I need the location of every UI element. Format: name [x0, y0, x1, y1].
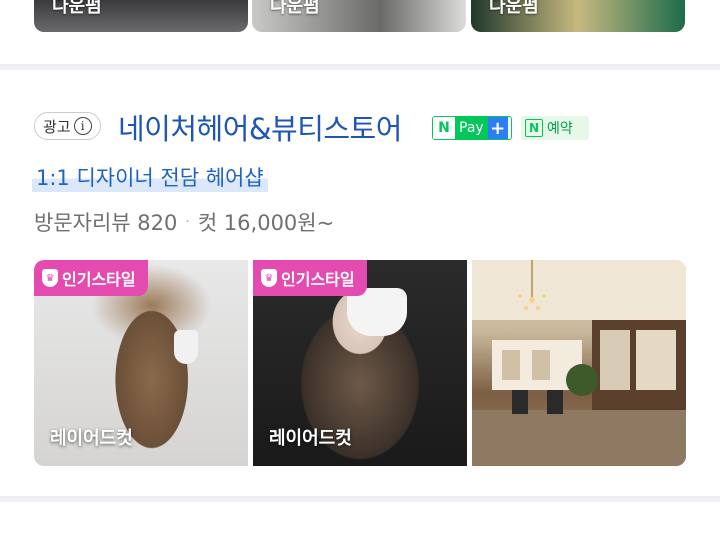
style-thumbnail[interactable]: 다운펌	[34, 0, 248, 32]
shop-listing-card: 광고 i 네이처헤어&뷰티스토어 N Pay + N 예약 1:1 디자이너 전…	[0, 70, 720, 496]
plus-icon: +	[487, 117, 508, 139]
popular-style-badge: ♛ 인기스타일	[253, 260, 367, 296]
photo-caption: 레이어드컷	[269, 428, 352, 449]
next-result-card	[0, 502, 720, 540]
shop-tagline: 1:1 디자이너 전담 헤어샵	[32, 162, 268, 192]
style-thumbnail[interactable]: 다운펌	[252, 0, 466, 32]
thumbnail-caption: 다운펌	[489, 0, 539, 17]
info-icon: i	[73, 117, 92, 135]
style-photo[interactable]: ♛ 인기스타일 레이어드컷	[34, 260, 248, 466]
face-mask-image	[174, 330, 198, 364]
naver-pay-badge: N Pay +	[432, 116, 512, 140]
salon-interior-photo[interactable]	[472, 260, 686, 466]
badge-label: 인기스타일	[281, 270, 355, 289]
style-thumbnail[interactable]: 다운펌	[471, 0, 685, 32]
previous-result-card: 다운펌 다운펌 다운펌	[0, 0, 720, 64]
thumbnail-caption: 다운펌	[270, 0, 320, 17]
salon-interior-image	[472, 260, 686, 466]
shop-name-link[interactable]: 네이처헤어&뷰티스토어	[118, 106, 402, 148]
style-photo[interactable]: ♛ 인기스타일 레이어드컷	[253, 260, 467, 466]
naver-reservation-badge[interactable]: N 예약	[521, 116, 589, 140]
shop-meta: 방문자리뷰 820 · 컷 16,000원~	[34, 207, 334, 237]
crown-shield-icon: ♛	[42, 269, 58, 287]
thumbnail-caption: 다운펌	[52, 0, 102, 17]
price-info: 컷 16,000원~	[197, 211, 335, 235]
crown-shield-icon: ♛	[261, 269, 277, 287]
ad-badge[interactable]: 광고 i	[34, 112, 101, 140]
ad-label: 광고	[43, 117, 71, 136]
calendar-n-icon: N	[525, 119, 543, 137]
pay-label: Pay	[455, 117, 488, 139]
visitor-review-count[interactable]: 방문자리뷰 820	[34, 207, 177, 237]
photo-caption: 레이어드컷	[50, 428, 133, 449]
photo-gallery: ♛ 인기스타일 레이어드컷 ♛ 인기스타일 레이어드컷	[34, 260, 687, 466]
reservation-label: 예약	[547, 121, 573, 137]
popular-style-badge: ♛ 인기스타일	[34, 260, 148, 296]
separator-dot: ·	[185, 214, 190, 230]
badge-label: 인기스타일	[62, 270, 136, 289]
naver-n-icon: N	[433, 117, 455, 139]
